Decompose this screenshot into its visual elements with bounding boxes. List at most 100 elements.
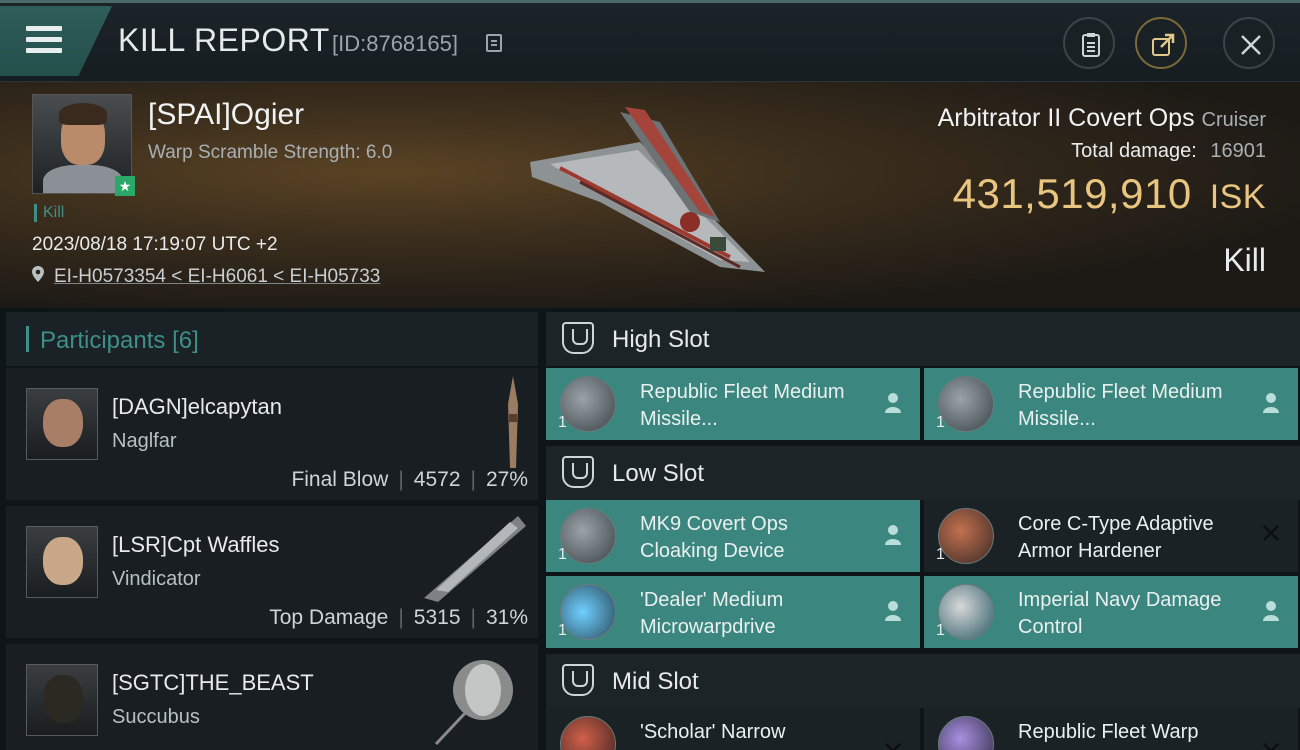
warp-disruptor-icon	[938, 716, 994, 750]
isk-value: 431,519,910 ISK	[953, 170, 1266, 218]
participant-card[interactable]: [SGTC]THE_BEAST Succubus	[6, 644, 538, 750]
pilot-icon	[885, 601, 901, 621]
portrait-hair	[59, 103, 107, 125]
mid-slot-label: Mid Slot	[612, 668, 699, 695]
module-name: Core C-Type Adaptive Armor Hardener	[1018, 513, 1214, 562]
module-name: Imperial Navy Damage Control	[1018, 589, 1222, 638]
menu-icon-bar	[26, 37, 62, 42]
module-item[interactable]: 1 Imperial Navy Damage Control	[924, 576, 1298, 648]
module-name: Republic Fleet Medium Missile...	[640, 381, 845, 430]
portrait-body	[43, 165, 123, 193]
participants-header: Participants [6]	[6, 312, 538, 366]
participant-ship-icon	[434, 660, 513, 746]
participant-ship: Naglfar	[112, 430, 177, 452]
kill-report-screen: KILL REPORT [ID:8768165] ★ [SPAI]Ogier W…	[0, 0, 1300, 750]
module-item[interactable]: 1 'Dealer' Medium Microwarpdrive	[546, 576, 920, 648]
location-link[interactable]: EI-H0573354 < EI-H6061 < EI-H05733	[54, 266, 380, 288]
low-slot-label: Low Slot	[612, 460, 705, 487]
participant-card[interactable]: [LSR]Cpt Waffles Vindicator Top Damage | 5…	[6, 506, 538, 640]
module-qty: 1	[558, 622, 567, 639]
close-icon	[1241, 35, 1261, 55]
pilot-icon	[1263, 601, 1279, 621]
page-title: KILL REPORT	[118, 22, 330, 58]
participant-stats: Final Blow | 4572 | 27%	[291, 468, 528, 492]
participant-role: Top Damage	[269, 606, 389, 629]
participant-percent: 27%	[485, 468, 528, 491]
result-label: Kill	[1223, 242, 1266, 278]
share-button[interactable]	[1135, 17, 1187, 69]
participant-avatar[interactable]	[26, 388, 98, 460]
launcher-icon	[560, 376, 616, 432]
close-button[interactable]	[1223, 17, 1275, 69]
separator: |	[470, 606, 476, 629]
damage-control-icon	[938, 584, 994, 640]
participant-stats: Top Damage | 5315 | 31%	[269, 606, 528, 630]
participant-ship: Succubus	[112, 706, 200, 728]
isk-unit: ISK	[1209, 178, 1266, 216]
clipboard-button[interactable]	[1063, 17, 1115, 69]
separator: |	[398, 606, 404, 629]
module-name: 'Scholar' Narrow	[640, 721, 786, 743]
menu-button[interactable]	[0, 6, 112, 76]
isk-amount: 431,519,910	[952, 170, 1192, 217]
participant-name[interactable]: [DAGN]elcapytan	[112, 394, 282, 420]
pilot-icon	[885, 393, 901, 413]
launcher-icon	[938, 376, 994, 432]
scanner-icon	[560, 716, 616, 750]
total-damage: Total damage: 16901	[1071, 140, 1266, 163]
share-icon	[1152, 33, 1175, 56]
low-slot-header: Low Slot	[546, 446, 1300, 500]
participant-ship: Vindicator	[112, 568, 201, 590]
kill-summary: ★ [SPAI]Ogier Warp Scramble Strength: 6.…	[0, 82, 1300, 308]
avatar-face	[43, 399, 83, 447]
participant-avatar[interactable]	[26, 526, 98, 598]
victim-ship-image[interactable]	[520, 102, 770, 282]
menu-icon-bar	[26, 48, 62, 53]
participants-title-wrap: Participants [6]	[40, 327, 199, 355]
participant-role: Final Blow	[291, 468, 389, 491]
close-icon	[1263, 525, 1279, 541]
module-item[interactable]: 1 Republic Fleet Medium Missile...	[546, 368, 920, 440]
module-item[interactable]: Republic Fleet Warp	[924, 708, 1298, 750]
warp-scramble-strength: Warp Scramble Strength: 6.0	[148, 142, 393, 163]
kill-tag: Kill	[34, 204, 64, 222]
module-item[interactable]: 'Scholar' Narrow	[546, 708, 920, 750]
participant-card[interactable]: [DAGN]elcapytan Naglfar Final Blow | 4572 |…	[6, 368, 538, 502]
high-slot-header: High Slot	[546, 312, 1300, 366]
victim-ship-name[interactable]: Arbitrator II Covert Ops Cruiser	[938, 104, 1266, 133]
cloaking-device-icon	[560, 508, 616, 564]
close-icon	[1263, 743, 1279, 750]
participant-name[interactable]: [SGTC]THE_BEAST	[112, 670, 314, 696]
total-damage-label: Total damage:	[1071, 140, 1197, 162]
total-damage-value: 16901	[1210, 140, 1266, 162]
fitting-panel: High Slot 1 Republic Fleet Medium Missil…	[546, 312, 1300, 750]
participant-name[interactable]: [LSR]Cpt Waffles	[112, 532, 280, 558]
separator: |	[398, 468, 404, 491]
module-name: Republic Fleet Warp	[1018, 721, 1199, 743]
report-id: [ID:8768165]	[332, 31, 458, 56]
location-pin-icon	[32, 266, 44, 282]
ship-name-text: Arbitrator II Covert Ops	[937, 104, 1195, 132]
participants-count: [6]	[172, 327, 199, 354]
participant-percent: 31%	[485, 606, 528, 629]
module-qty: 1	[936, 546, 945, 563]
avatar-face	[43, 675, 83, 723]
high-slot-label: High Slot	[612, 326, 710, 353]
high-slot-icon	[562, 322, 594, 354]
module-qty: 1	[558, 414, 567, 431]
module-qty: 1	[936, 622, 945, 639]
header-accent-bar	[26, 326, 29, 352]
participant-avatar[interactable]	[26, 664, 98, 736]
module-item[interactable]: 1 MK9 Covert Ops Cloaking Device	[546, 500, 920, 572]
module-name: 'Dealer' Medium Microwarpdrive	[640, 589, 784, 638]
clipboard-icon	[1082, 33, 1100, 57]
avatar-face	[43, 537, 83, 585]
microwarpdrive-icon	[560, 584, 616, 640]
copy-id-icon[interactable]	[486, 34, 502, 52]
header-bar: KILL REPORT [ID:8768165]	[0, 0, 1300, 82]
participants-title: Participants	[40, 327, 166, 354]
victim-name[interactable]: [SPAI]Ogier	[148, 98, 304, 132]
module-item[interactable]: 1 Core C-Type Adaptive Armor Hardener	[924, 500, 1298, 572]
module-item[interactable]: 1 Republic Fleet Medium Missile...	[924, 368, 1298, 440]
mid-slot-icon	[562, 664, 594, 696]
